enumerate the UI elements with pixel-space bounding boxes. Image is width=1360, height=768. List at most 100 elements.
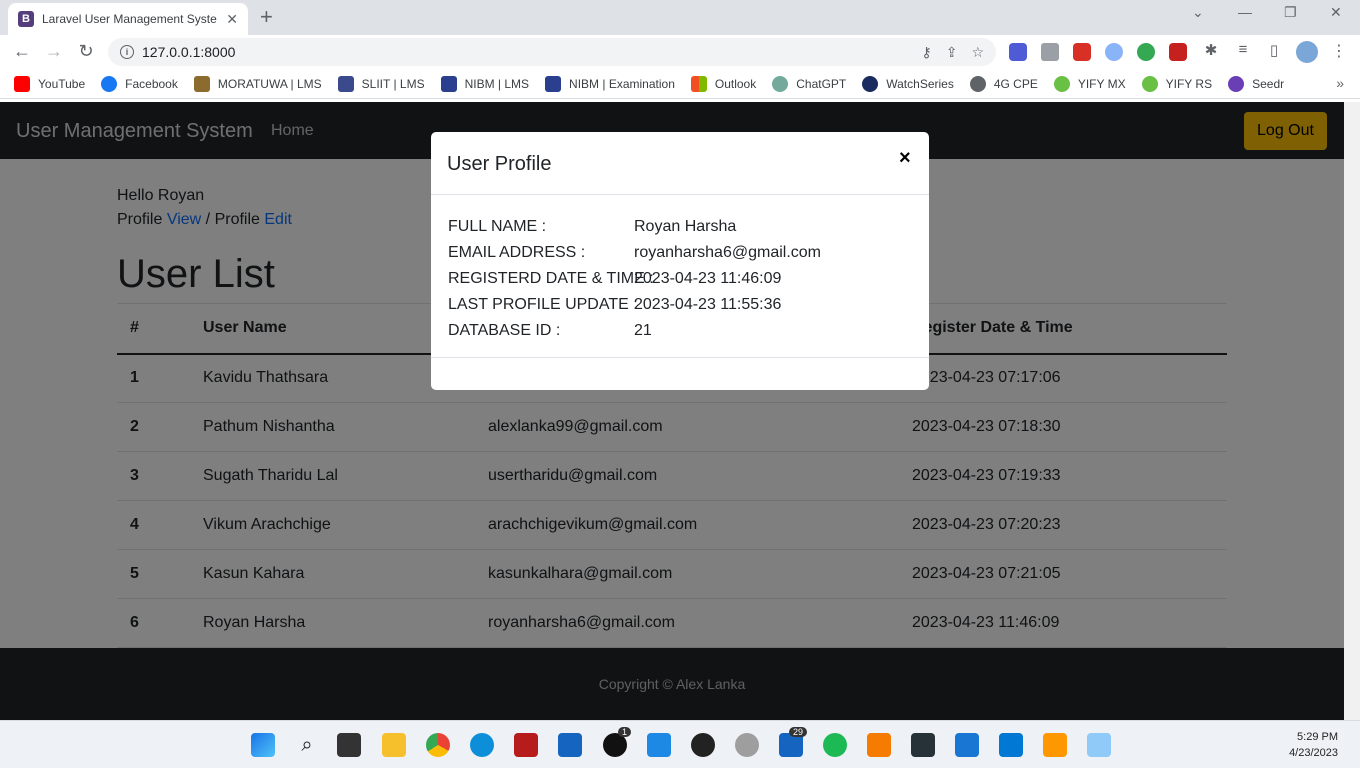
bookmark-facebook[interactable]: Facebook [101,75,178,92]
snipping-tool-icon[interactable] [1087,733,1111,757]
task-view-icon[interactable] [337,733,361,757]
store-icon[interactable] [558,733,582,757]
teams-badge: 29 [789,727,808,737]
bookmark-sliit-lms[interactable]: SLIIT | LMS [337,75,425,92]
modal-header: User Profile × [431,132,929,195]
reading-list-icon[interactable]: ≡ [1232,41,1254,58]
modal-body: FULL NAME : Royan Harsha EMAIL ADDRESS : ro… [448,214,918,344]
profile-field-value: 2023-04-23 11:55:36 [634,296,782,313]
tab-search-icon[interactable]: ⌄ [1192,4,1204,21]
window-close-icon[interactable]: ✕ [1330,4,1342,21]
globe-icon [969,75,986,92]
camera-extension-icon[interactable] [1041,43,1059,61]
windows-taskbar: ⌕ 1 29 5:29 PM 4/23/2023 [0,720,1360,768]
bookmark-yify-rs[interactable]: YIFY RS [1141,75,1212,92]
minimize-icon[interactable]: — [1238,4,1252,20]
bookmark-4g-cpe[interactable]: 4G CPE [969,75,1038,92]
chrome-menu-icon[interactable]: ⋮ [1328,41,1350,61]
profile-field-row: EMAIL ADDRESS : royanharsha6@gmail.com [448,240,918,266]
vscode-icon[interactable] [999,733,1023,757]
forward-icon[interactable]: → [43,41,65,62]
tab-title: Laravel User Management System [42,12,217,26]
nibm-icon [440,75,457,92]
sublime-text-icon[interactable] [1043,733,1067,757]
facebook-icon [101,75,118,92]
extensions-puzzle-icon[interactable]: ✱ [1200,41,1222,59]
youtube-icon [14,75,30,92]
modal-footer [431,357,929,358]
site-info-icon[interactable]: i [120,45,134,59]
profile-field-label: EMAIL ADDRESS : [448,244,586,261]
browser-tab[interactable]: B Laravel User Management System ✕ [8,3,248,35]
yify-icon [1141,75,1158,92]
address-bar[interactable]: i 127.0.0.1:8000 ⚷ ⇪ ☆ [108,38,996,66]
xampp-icon[interactable] [867,733,891,757]
microsoft-icon [690,75,707,92]
spotify-icon[interactable] [823,733,847,757]
bookmark-nibm-examination[interactable]: NIBM | Examination [545,75,675,92]
notepad-icon[interactable] [955,733,979,757]
bookmark-yify-mx[interactable]: YIFY MX [1053,75,1126,92]
user-profile-modal: User Profile × FULL NAME : Royan Harsha EM… [431,132,929,390]
key-icon[interactable]: ⚷ [921,44,931,61]
profile-field-value: Royan Harsha [634,218,737,235]
sliit-crest-icon [337,75,354,92]
chatgpt-icon [772,75,789,92]
modal-title: User Profile [447,153,552,175]
bookmark-star-icon[interactable]: ☆ [971,44,984,61]
taskbar-clock[interactable]: 5:29 PM 4/23/2023 [1276,729,1338,761]
search-icon[interactable]: ⌕ [295,733,319,757]
profile-field-row: REGISTERD DATE & TIME :2023-04-23 11:46:… [448,266,918,292]
extension-red-icon[interactable] [1073,43,1091,61]
bookmark-chatgpt[interactable]: ChatGPT [772,75,846,92]
page-viewport: User Management System Home Log Out Hell… [0,102,1344,720]
restore-icon[interactable]: ❐ [1284,4,1297,21]
bookmark-outlook[interactable]: Outlook [690,75,756,92]
terminal-icon[interactable] [911,733,935,757]
extension-d-icon[interactable] [1009,43,1027,61]
profile-field-row: FULL NAME : Royan Harsha [448,214,918,240]
extension-search-icon[interactable] [1105,43,1123,61]
file-explorer-icon[interactable] [382,733,406,757]
bookmark-nibm-lms[interactable]: NIBM | LMS [440,75,529,92]
profile-field-label: DATABASE ID : [448,322,561,339]
extension-record-icon[interactable] [1169,43,1187,61]
watchseries-icon [862,75,879,92]
windows-start-icon[interactable] [251,733,275,757]
edge-icon[interactable] [470,733,494,757]
seedr-icon [1228,75,1245,92]
profile-field-row: LAST PROFILE UPDATE :2023-04-23 11:55:36 [448,292,918,318]
profile-field-row: DATABASE ID : 21 [448,318,918,344]
clock-date: 4/23/2023 [1289,747,1338,759]
more-bookmarks-icon[interactable]: » [1336,75,1344,91]
bookmark-youtube[interactable]: YouTube [14,75,85,92]
close-icon[interactable]: × [899,147,911,170]
bookmark-watchseries[interactable]: WatchSeries [862,75,954,92]
bookmark-seedr[interactable]: Seedr [1228,75,1284,92]
bookmark-moratuwa-lms[interactable]: MORATUWA | LMS [193,75,322,92]
browser-tabstrip: B Laravel User Management System ✕ + ⌄ —… [0,0,1360,35]
back-icon[interactable]: ← [11,41,33,62]
extension-globe-icon[interactable] [1137,43,1155,61]
share-icon[interactable]: ⇪ [946,44,958,61]
bookmarks-bar: YouTube Facebook MORATUWA | LMS SLIIT | … [0,69,1360,99]
yify-icon [1053,75,1070,92]
clock-time: 5:29 PM [1297,731,1338,743]
chrome-icon[interactable] [426,733,450,757]
nibm-icon [545,75,562,92]
new-tab-icon[interactable]: + [260,5,273,29]
mysql-workbench-icon[interactable] [514,733,538,757]
page-scrollbar[interactable] [1344,102,1360,720]
mail-icon[interactable] [647,733,671,757]
tab-close-icon[interactable]: ✕ [226,11,238,28]
profile-field-label: REGISTERD DATE & TIME : [448,270,654,287]
side-panel-icon[interactable]: ▯ [1263,41,1285,59]
obs-icon[interactable] [691,733,715,757]
profile-field-value: 21 [634,322,652,339]
browser-toolbar: ← → ↻ i 127.0.0.1:8000 ⚷ ⇪ ☆ ✱ ≡ ▯ ⋮ [0,35,1360,69]
reload-icon[interactable]: ↻ [75,41,97,62]
github-desktop-icon[interactable] [735,733,759,757]
xbox-badge: 1 [618,727,632,737]
profile-avatar[interactable] [1296,41,1318,63]
moratuwa-crest-icon [193,75,210,92]
